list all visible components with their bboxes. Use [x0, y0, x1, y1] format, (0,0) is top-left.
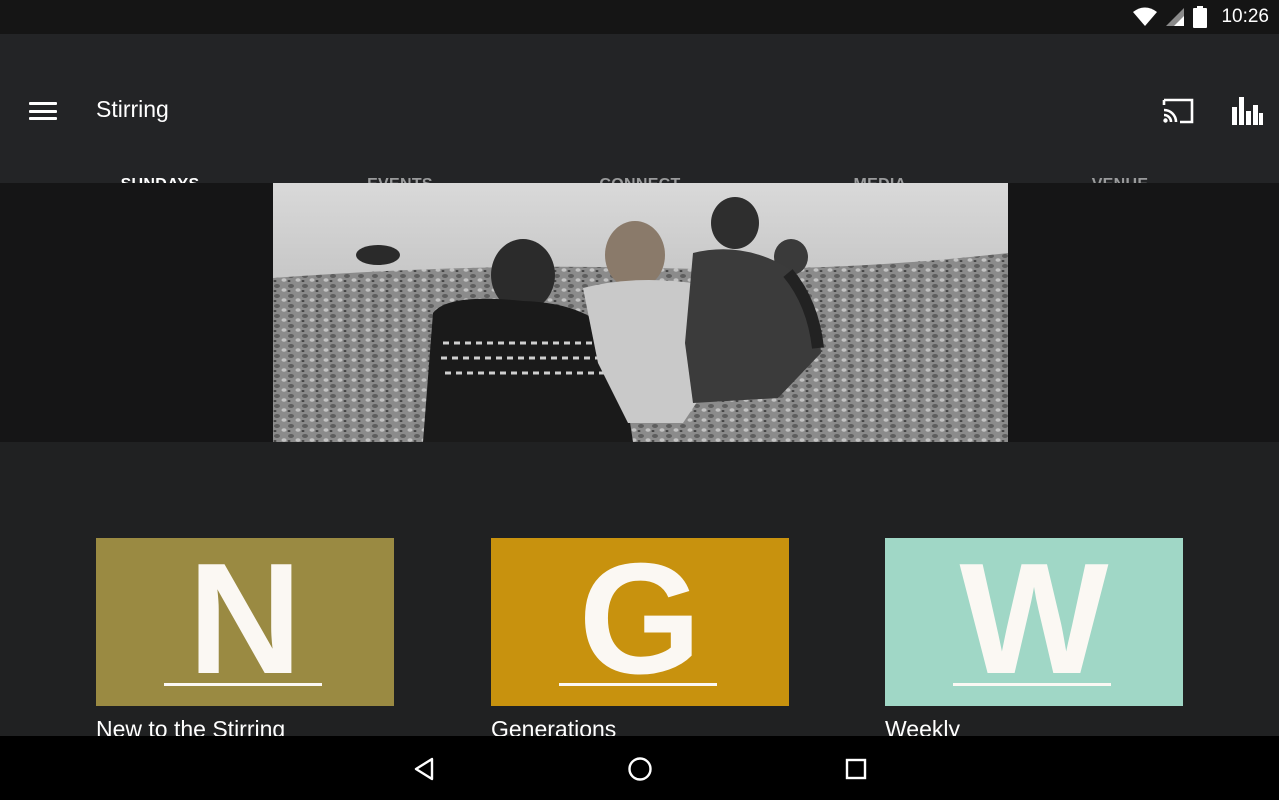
card-letter: W	[959, 531, 1109, 707]
status-time: 10:26	[1221, 6, 1269, 27]
app-title: Stirring	[96, 96, 169, 122]
card-underline	[164, 683, 322, 686]
card-underline	[559, 683, 717, 686]
card-new-to-the-stirring[interactable]: N New to the Stirring	[96, 538, 394, 743]
hero-banner	[0, 183, 1279, 442]
card-letter: G	[578, 531, 702, 707]
card-tile: W	[885, 538, 1183, 706]
navigation-bar	[0, 736, 1279, 800]
status-bar: 10:26	[0, 0, 1279, 34]
app-bar: Stirring SUNDAYS EVENTS CONNECT MEDIA VE…	[0, 34, 1279, 217]
stats-icon[interactable]	[1230, 95, 1264, 127]
hamburger-icon[interactable]	[29, 102, 57, 120]
card-letter: N	[187, 531, 303, 707]
battery-icon	[1193, 6, 1208, 28]
wifi-icon	[1133, 7, 1158, 26]
recents-icon[interactable]	[841, 754, 871, 784]
hero-image	[273, 183, 1008, 442]
card-underline	[953, 683, 1111, 686]
signal-icon	[1166, 8, 1185, 26]
card-generations[interactable]: G Generations	[491, 538, 789, 743]
card-weekly[interactable]: W Weekly	[885, 538, 1183, 743]
home-icon[interactable]	[625, 754, 655, 784]
card-tile: N	[96, 538, 394, 706]
back-icon[interactable]	[410, 754, 440, 784]
cast-icon[interactable]	[1160, 96, 1196, 126]
card-list: N New to the Stirring G Generations W We…	[0, 538, 1279, 742]
card-tile: G	[491, 538, 789, 706]
